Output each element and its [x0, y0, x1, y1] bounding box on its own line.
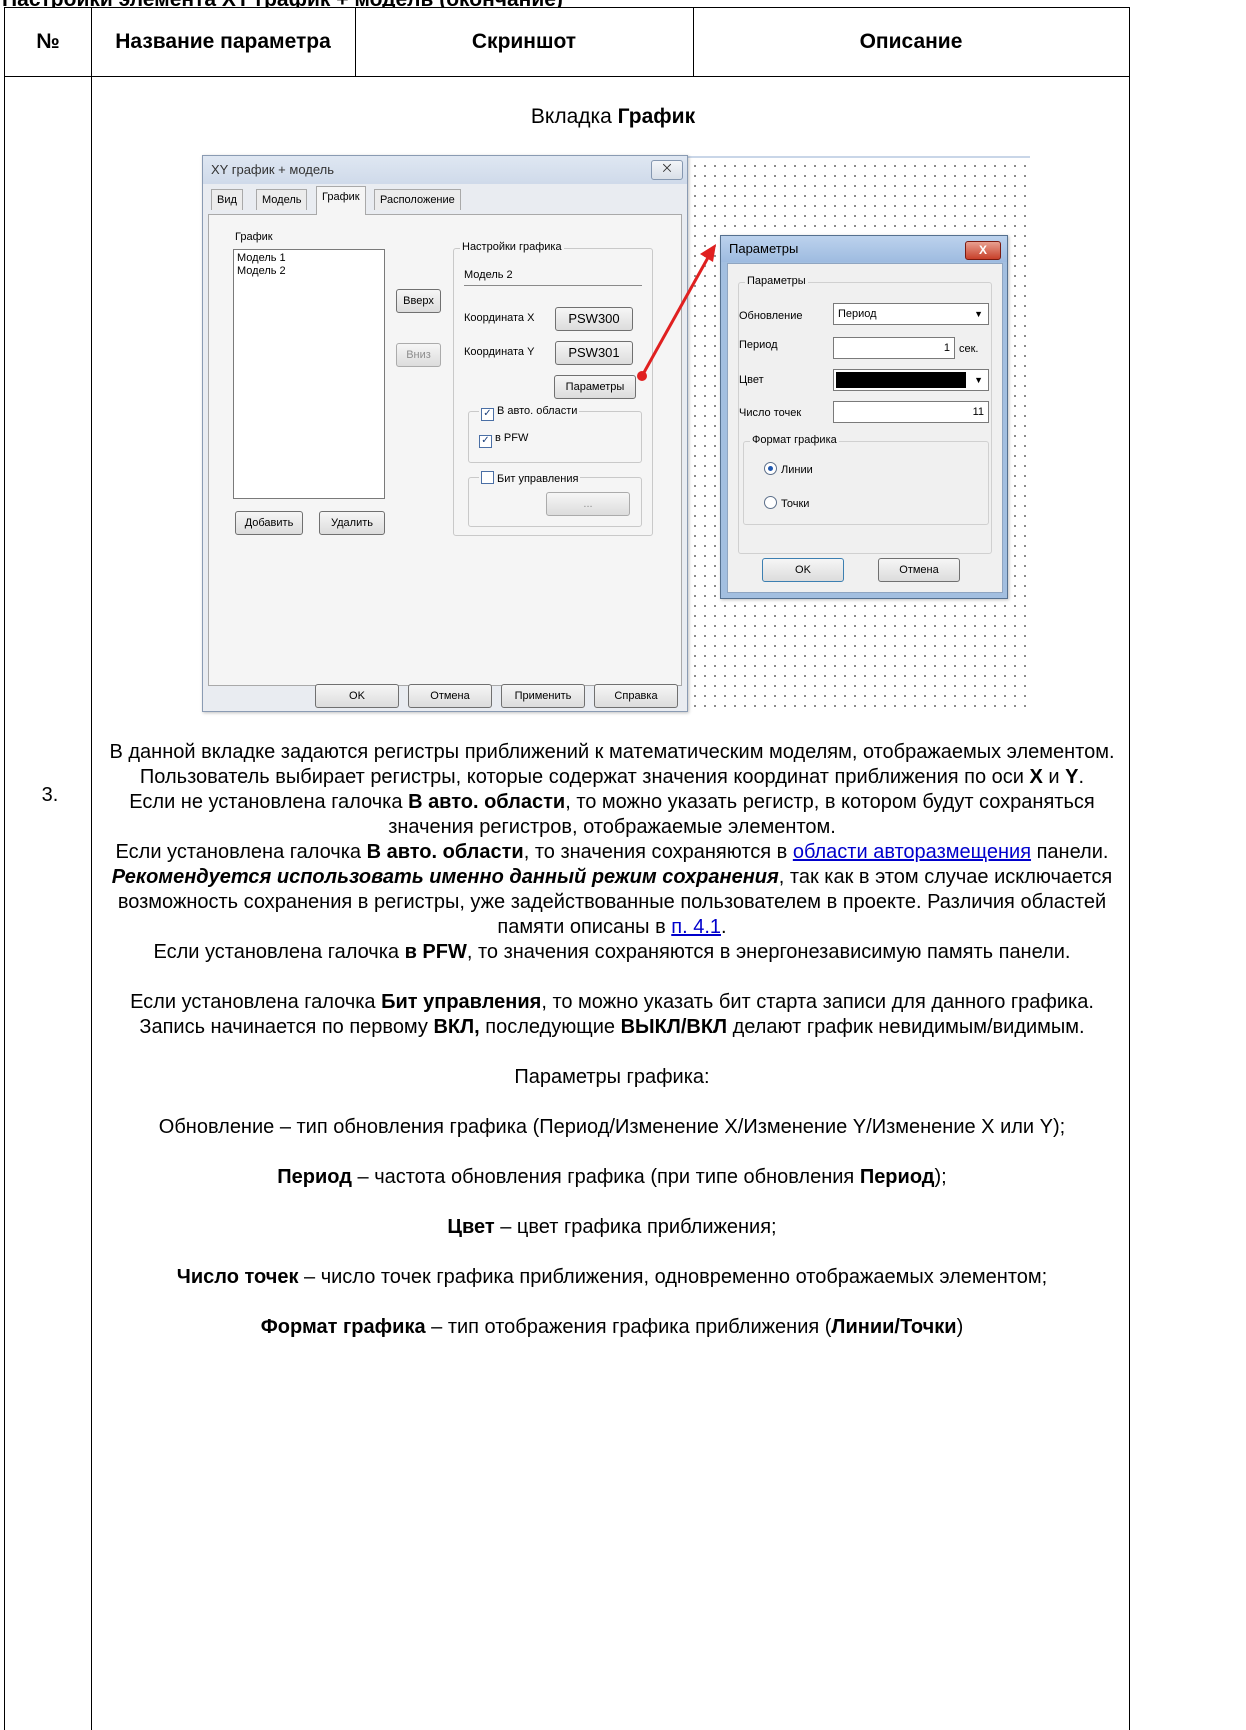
header-description: Описание — [859, 30, 963, 53]
description-para-period: Период – частота обновления графика (при… — [277, 1166, 947, 1188]
header-param-name: Название параметра — [115, 30, 331, 53]
description-para-auto: Если установлена галочка В авто. области… — [111, 841, 1113, 938]
description-para-format: Формат графика – тип отображения графика… — [260, 1316, 964, 1338]
description-para-registers: В данной вкладке задаются регистры прибл… — [109, 741, 1115, 788]
description-para-update: Обновление – тип обновления графика (Пер… — [158, 1116, 1066, 1138]
description-para-no-auto: Если не установлена галочка В авто. обла… — [129, 791, 1095, 838]
tab-heading: Вкладка График — [530, 105, 696, 128]
auto-area-link[interactable]: области авторазмещения — [793, 841, 1031, 863]
callout-arrow — [637, 244, 716, 381]
arrow-tail-dot — [637, 371, 647, 381]
header-screenshot: Скриншот — [471, 30, 577, 53]
description-params-heading: Параметры графика: — [514, 1066, 710, 1088]
description-para-pfw: Если установлена галочка в PFW, то значе… — [153, 941, 1071, 963]
description-para-color: Цвет – цвет графика приближения; — [447, 1216, 777, 1238]
section-4-1-link[interactable]: п. 4.1 — [671, 916, 721, 938]
description-block: В данной вкладке задаются регистры прибл… — [96, 740, 1128, 1340]
tab-graph[interactable]: График — [316, 186, 366, 215]
screenshot-composite: XY график + модель ⨉ Вид Модель График Р… — [200, 150, 1030, 715]
row-number: 3. — [41, 784, 59, 806]
header-number: № — [36, 30, 60, 53]
column-divider — [91, 8, 92, 1730]
arrow-line — [640, 253, 712, 377]
description-para-control-bit: Если установлена галочка Бит управления,… — [130, 991, 1094, 1038]
description-para-points: Число точек – число точек графика прибли… — [176, 1266, 1048, 1288]
header-divider — [5, 76, 1129, 77]
